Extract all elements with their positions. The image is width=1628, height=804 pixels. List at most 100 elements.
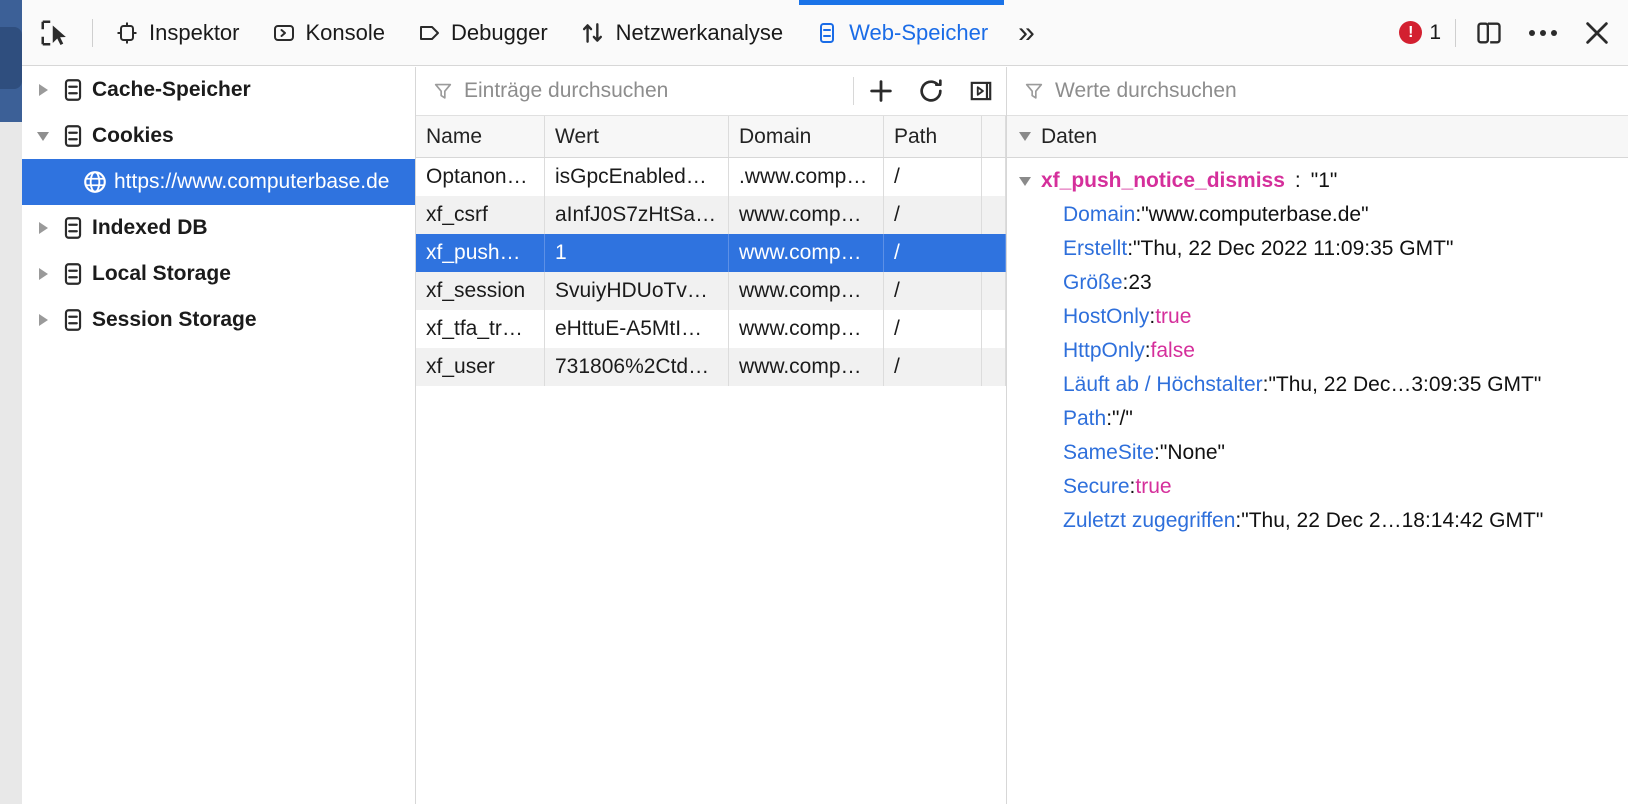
column-header-name[interactable]: Name bbox=[416, 116, 545, 157]
sidebar-item-indexed-db[interactable]: Indexed DB bbox=[22, 205, 415, 251]
detail-section-label: Daten bbox=[1041, 124, 1098, 148]
plus-icon bbox=[870, 80, 892, 102]
error-count-label: 1 bbox=[1429, 20, 1441, 44]
funnel-icon bbox=[1025, 83, 1043, 99]
storage-icon bbox=[815, 21, 839, 45]
table-row[interactable]: xf_session SvuiyHDUoTv… www.comp… / bbox=[416, 272, 1006, 310]
sidebar-item-label: Local Storage bbox=[92, 262, 231, 285]
toolbar-overflow-button[interactable]: » bbox=[1004, 0, 1049, 65]
sidebar-item-label: Cache-Speicher bbox=[92, 78, 251, 101]
detail-property-row[interactable]: Erstellt: "Thu, 22 Dec 2022 11:09:35 GMT" bbox=[1007, 232, 1628, 266]
detail-property-row[interactable]: SameSite: "None" bbox=[1007, 436, 1628, 470]
add-item-button[interactable] bbox=[856, 67, 906, 115]
more-options-icon bbox=[1529, 29, 1557, 36]
detail-property-row[interactable]: Zuletzt zugegriffen: "Thu, 22 Dec 2…18:14… bbox=[1007, 504, 1628, 538]
toolbar-divider bbox=[1455, 18, 1456, 47]
detail-property-key: Erstellt bbox=[1063, 237, 1128, 260]
column-header-path[interactable]: Path bbox=[884, 116, 982, 157]
chevron-down-icon[interactable] bbox=[30, 131, 56, 141]
close-icon bbox=[1586, 21, 1608, 44]
column-header-extra[interactable] bbox=[982, 116, 1006, 157]
sidebar-item-session-storage[interactable]: Session Storage bbox=[22, 297, 415, 343]
network-icon bbox=[580, 20, 606, 46]
sidebar-item-cookie-origin[interactable]: https://www.computerbase.de bbox=[22, 159, 415, 205]
detail-property-key: Zuletzt zugegriffen bbox=[1063, 509, 1236, 532]
cell-wert: 731806%2Ctd… bbox=[545, 348, 729, 386]
table-row[interactable]: Optanon… isGpcEnabled… .www.comp… / bbox=[416, 158, 1006, 196]
detail-property-row[interactable]: HostOnly: true bbox=[1007, 300, 1628, 334]
cell-domain: www.comp… bbox=[729, 234, 884, 272]
table-filter-input[interactable]: Einträge durchsuchen bbox=[416, 67, 851, 115]
detail-property-row[interactable]: Path: "/" bbox=[1007, 402, 1628, 436]
cell-wert: 1 bbox=[545, 234, 729, 272]
cell-path: / bbox=[884, 234, 982, 272]
detail-property-key: HttpOnly bbox=[1063, 339, 1145, 362]
column-header-wert[interactable]: Wert bbox=[545, 116, 729, 157]
cell-name: xf_tfa_tr… bbox=[416, 310, 545, 348]
toolbar-divider bbox=[92, 18, 93, 47]
element-picker-button[interactable] bbox=[22, 0, 86, 65]
chevron-right-icon[interactable] bbox=[30, 84, 56, 96]
tab-label: Netzwerkanalyse bbox=[615, 19, 784, 45]
cell-domain: .www.comp… bbox=[729, 158, 884, 196]
detail-property-key: Path bbox=[1063, 407, 1107, 430]
sidebar-item-cookies[interactable]: Cookies bbox=[22, 113, 415, 159]
detail-property-row[interactable]: Größe:23 bbox=[1007, 266, 1628, 300]
detail-root-key: xf_push_notice_dismiss bbox=[1041, 169, 1285, 192]
detail-property-row[interactable]: Domain: "www.computerbase.de" bbox=[1007, 198, 1628, 232]
tab-konsole[interactable]: Konsole bbox=[256, 0, 402, 65]
toggle-sidebar-button[interactable] bbox=[956, 67, 1006, 115]
funnel-icon bbox=[434, 83, 452, 99]
tab-web-speicher[interactable]: Web-Speicher bbox=[799, 0, 1005, 65]
table-row[interactable]: xf_push… 1 www.comp… / bbox=[416, 234, 1006, 272]
cell-extra bbox=[982, 310, 1006, 348]
error-circle-icon: ! bbox=[1399, 21, 1423, 44]
detail-property-row[interactable]: HttpOnly: false bbox=[1007, 334, 1628, 368]
storage-panel: Cache-Speicher Cookies https://www.compu… bbox=[22, 67, 1628, 804]
cell-wert: eHttuE-A5MtI… bbox=[545, 310, 729, 348]
detail-property-key: Domain bbox=[1063, 203, 1136, 226]
table-row[interactable]: xf_tfa_tr… eHttuE-A5MtI… www.comp… / bbox=[416, 310, 1006, 348]
table-filter-toolbar: Einträge durchsuchen bbox=[416, 67, 1006, 116]
detail-property-row[interactable]: Secure: true bbox=[1007, 470, 1628, 504]
devtools-toolbar: Inspektor Konsole Debugger Netzwerkanaly… bbox=[22, 0, 1628, 66]
cell-path: / bbox=[884, 272, 982, 310]
responsive-design-mode-button[interactable] bbox=[1462, 0, 1516, 65]
cookie-detail-pane: Werte durchsuchen Daten xf_push_notice_d… bbox=[1007, 67, 1628, 804]
chevron-down-icon[interactable] bbox=[1019, 176, 1031, 186]
detail-property-key: Größe bbox=[1063, 271, 1123, 294]
detail-property-key: SameSite bbox=[1063, 441, 1155, 464]
cell-domain: www.comp… bbox=[729, 348, 884, 386]
detail-property-key: Secure bbox=[1063, 475, 1130, 498]
devtools-settings-menu-button[interactable] bbox=[1516, 0, 1570, 65]
detail-filter-input[interactable]: Werte durchsuchen bbox=[1007, 67, 1628, 116]
tab-inspektor[interactable]: Inspektor bbox=[99, 0, 256, 65]
tab-netzwerkanalyse[interactable]: Netzwerkanalyse bbox=[564, 0, 800, 65]
refresh-button[interactable] bbox=[906, 67, 956, 115]
chevron-right-icon[interactable] bbox=[30, 314, 56, 326]
chevron-down-icon[interactable] bbox=[1019, 132, 1031, 141]
browser-tab-band bbox=[0, 27, 22, 89]
storage-tree-sidebar: Cache-Speicher Cookies https://www.compu… bbox=[22, 67, 416, 804]
storage-item-icon bbox=[56, 307, 90, 333]
detail-section-header[interactable]: Daten bbox=[1007, 116, 1628, 158]
detail-filter-placeholder: Werte durchsuchen bbox=[1055, 79, 1237, 102]
tab-debugger[interactable]: Debugger bbox=[401, 0, 564, 65]
sidebar-item-local-storage[interactable]: Local Storage bbox=[22, 251, 415, 297]
detail-property-row[interactable]: Läuft ab / Höchstalter: "Thu, 22 Dec…3:09… bbox=[1007, 368, 1628, 402]
table-row[interactable]: xf_csrf aInfJ0S7zHtSa… www.comp… / bbox=[416, 196, 1006, 234]
column-header-domain[interactable]: Domain bbox=[729, 116, 884, 157]
cell-extra bbox=[982, 234, 1006, 272]
detail-root-node[interactable]: xf_push_notice_dismiss: "1" bbox=[1007, 164, 1628, 198]
chevron-right-icon[interactable] bbox=[30, 268, 56, 280]
detail-property-value: "Thu, 22 Dec…3:09:35 GMT" bbox=[1268, 373, 1542, 396]
cell-extra bbox=[982, 272, 1006, 310]
close-devtools-button[interactable] bbox=[1570, 0, 1624, 65]
chevron-right-icon[interactable] bbox=[30, 222, 56, 234]
table-header-row: Name Wert Domain Path bbox=[416, 116, 1006, 158]
table-row[interactable]: xf_user 731806%2Ctd… www.comp… / bbox=[416, 348, 1006, 386]
error-count-badge[interactable]: ! 1 bbox=[1391, 21, 1449, 45]
storage-item-icon bbox=[56, 77, 90, 103]
detail-property-value: false bbox=[1150, 339, 1195, 362]
sidebar-item-cache-speicher[interactable]: Cache-Speicher bbox=[22, 67, 415, 113]
